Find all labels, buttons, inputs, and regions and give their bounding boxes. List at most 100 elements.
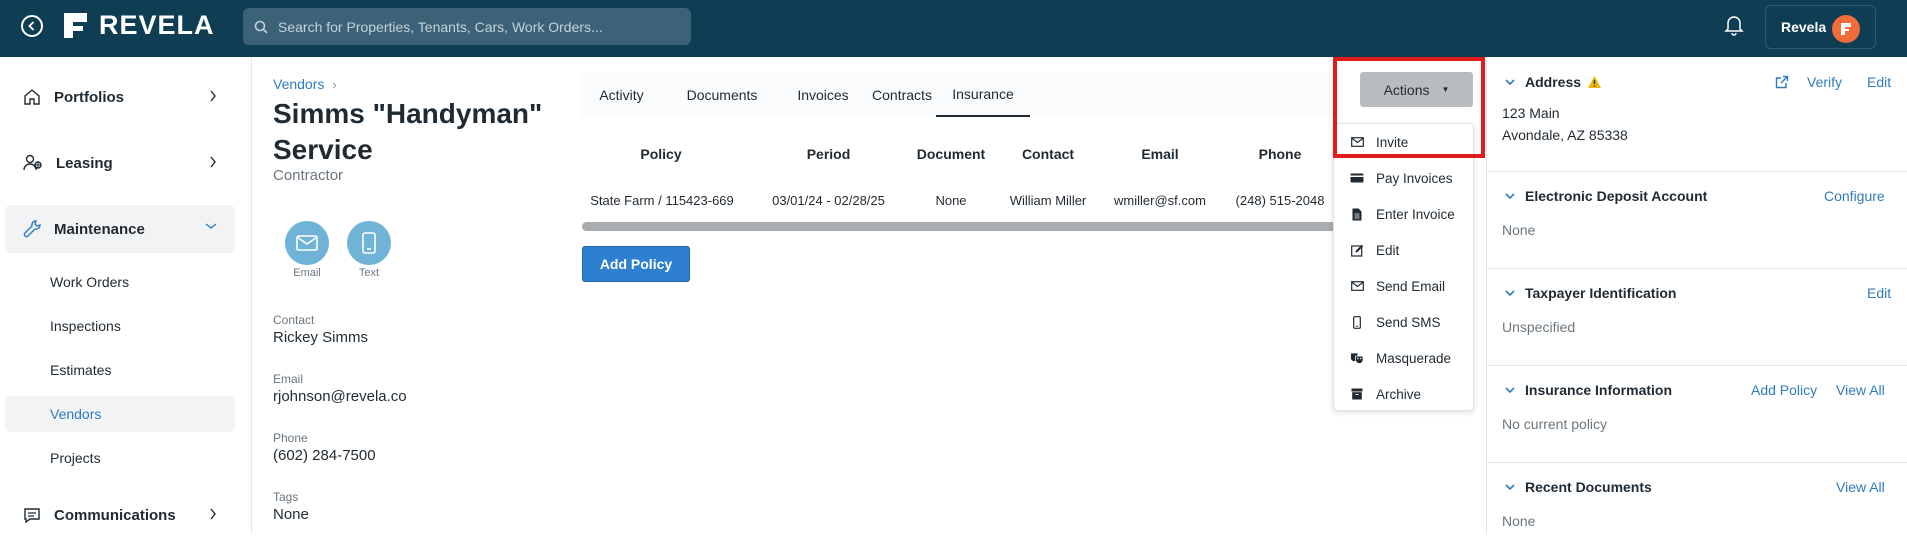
chevron-down-icon — [1505, 192, 1515, 199]
table-horizontal-scrollbar[interactable] — [582, 222, 1337, 231]
verify-address-link[interactable]: Verify — [1807, 74, 1842, 90]
chevron-right-icon — [210, 156, 216, 168]
insurance-section-header[interactable]: Insurance Information — [1505, 382, 1672, 398]
masks-icon — [1350, 351, 1364, 365]
sidebar-sub-label: Estimates — [50, 362, 112, 378]
email-label: Email — [273, 372, 304, 386]
edit-icon — [1350, 243, 1364, 257]
view-all-insurance-link[interactable]: View All — [1836, 382, 1885, 398]
search-input[interactable] — [278, 18, 678, 35]
policy-cell: State Farm / 115423-669 — [590, 193, 734, 208]
chevron-right-icon — [210, 508, 216, 520]
email-action-label: Email — [293, 267, 321, 279]
sidebar-item-communications[interactable]: Communications — [5, 491, 235, 539]
external-link-icon[interactable] — [1775, 75, 1789, 89]
home-icon — [24, 89, 40, 105]
menu-item-label: Pay Invoices — [1376, 170, 1453, 186]
sidebar-item-vendors[interactable]: Vendors — [5, 396, 235, 432]
column-header-email: Email — [1141, 146, 1179, 162]
tab-documents[interactable]: Documents — [670, 72, 774, 117]
tab-activity[interactable]: Activity — [580, 72, 663, 117]
taxpayer-title: Taxpayer Identification — [1525, 285, 1677, 301]
global-search[interactable] — [243, 8, 691, 45]
column-header-contact: Contact — [1021, 146, 1075, 162]
breadcrumb: Vendors › — [273, 76, 337, 92]
menu-item-pay-invoices[interactable]: Pay Invoices — [1334, 160, 1473, 196]
menu-item-masquerade[interactable]: Masquerade — [1334, 340, 1473, 376]
sidebar-item-inspections[interactable]: Inspections — [5, 308, 235, 344]
page-title: Simms "Handyman" Service — [273, 98, 543, 165]
chevron-down-icon — [1505, 78, 1515, 85]
sidebar-label: Leasing — [56, 154, 113, 172]
tab-insurance[interactable]: Insurance — [936, 72, 1030, 117]
documents-title: Recent Documents — [1525, 479, 1652, 495]
add-policy-link[interactable]: Add Policy — [1751, 382, 1817, 398]
text-action-button[interactable] — [347, 221, 391, 265]
sidebar-item-maintenance[interactable]: Maintenance — [5, 205, 235, 253]
menu-item-label: Send SMS — [1376, 314, 1441, 330]
actions-menu: Invite Pay Invoices Enter Invoice Edit S… — [1333, 123, 1474, 411]
documents-value: None — [1502, 513, 1536, 529]
menu-item-label: Enter Invoice — [1376, 206, 1455, 222]
documents-section-header[interactable]: Recent Documents — [1505, 479, 1652, 495]
sidebar-item-projects[interactable]: Projects — [5, 440, 235, 476]
phone-value: (602) 284-7500 — [273, 447, 376, 464]
menu-item-label: Archive — [1376, 386, 1422, 402]
breadcrumb-separator-icon: › — [332, 76, 337, 92]
column-header-phone: Phone — [1258, 146, 1302, 162]
user-menu-button[interactable]: Revela — [1765, 5, 1876, 49]
vendor-detail-panel: Vendors › Simms "Handyman" Service Contr… — [253, 57, 573, 534]
back-button[interactable] — [21, 15, 43, 37]
view-all-documents-link[interactable]: View All — [1836, 479, 1885, 495]
breadcrumb-vendors-link[interactable]: Vendors — [273, 76, 324, 92]
sidebar-sub-label: Vendors — [50, 406, 102, 422]
menu-item-label: Masquerade — [1376, 350, 1452, 366]
menu-item-archive[interactable]: Archive — [1334, 376, 1473, 412]
document-icon — [1350, 207, 1364, 221]
configure-deposit-link[interactable]: Configure — [1824, 188, 1885, 204]
edit-address-link[interactable]: Edit — [1867, 74, 1891, 90]
search-icon — [254, 20, 268, 34]
period-cell: 03/01/24 - 02/28/25 — [772, 193, 885, 208]
revela-logo[interactable]: REVELA — [60, 10, 215, 41]
edit-taxpayer-link[interactable]: Edit — [1867, 285, 1891, 301]
menu-item-invite[interactable]: Invite — [1334, 124, 1473, 160]
phone-icon — [1350, 315, 1364, 329]
chevron-left-icon — [28, 21, 35, 31]
actions-dropdown-button[interactable]: Actions ▼ — [1360, 72, 1473, 107]
sidebar-item-work-orders[interactable]: Work Orders — [5, 264, 235, 300]
chevron-down-icon — [205, 223, 217, 229]
revela-logo-icon — [64, 13, 87, 38]
sidebar-label: Maintenance — [54, 220, 145, 238]
wrench-icon — [23, 220, 41, 238]
menu-item-send-email[interactable]: Send Email — [1334, 268, 1473, 304]
sidebar-item-portfolios[interactable]: Portfolios — [5, 73, 235, 121]
taxpayer-value: Unspecified — [1502, 319, 1576, 335]
user-name: Revela — [1781, 19, 1827, 35]
tags-label: Tags — [273, 490, 299, 504]
envelope-icon — [1350, 279, 1364, 293]
archive-icon — [1350, 387, 1364, 401]
insurance-value: No current policy — [1502, 416, 1608, 432]
deposit-section-header[interactable]: Electronic Deposit Account — [1505, 188, 1707, 204]
sidebar: Portfolios Leasing Maintenance Work Orde… — [0, 57, 252, 534]
taxpayer-section-header[interactable]: Taxpayer Identification — [1505, 285, 1676, 301]
sidebar-item-leasing[interactable]: Leasing — [5, 139, 235, 187]
notifications-button[interactable] — [1724, 14, 1744, 41]
address-line1: 123 Main — [1502, 105, 1560, 121]
column-header-period: Period — [806, 146, 851, 162]
menu-item-send-sms[interactable]: Send SMS — [1334, 304, 1473, 340]
sidebar-item-estimates[interactable]: Estimates — [5, 352, 235, 388]
chevron-down-icon — [1505, 483, 1515, 490]
email-cell: wmiller@sf.com — [1114, 193, 1206, 208]
address-section-header[interactable]: Address — [1505, 74, 1602, 90]
address-title: Address — [1525, 74, 1582, 90]
document-cell: None — [935, 193, 967, 208]
warning-icon — [1588, 76, 1602, 88]
email-action-button[interactable] — [285, 221, 329, 265]
menu-item-edit[interactable]: Edit — [1334, 232, 1473, 268]
menu-item-enter-invoice[interactable]: Enter Invoice — [1334, 196, 1473, 232]
add-policy-button[interactable]: Add Policy — [582, 246, 690, 282]
revela-mark-icon — [1841, 23, 1851, 35]
sidebar-sub-label: Work Orders — [50, 274, 130, 290]
